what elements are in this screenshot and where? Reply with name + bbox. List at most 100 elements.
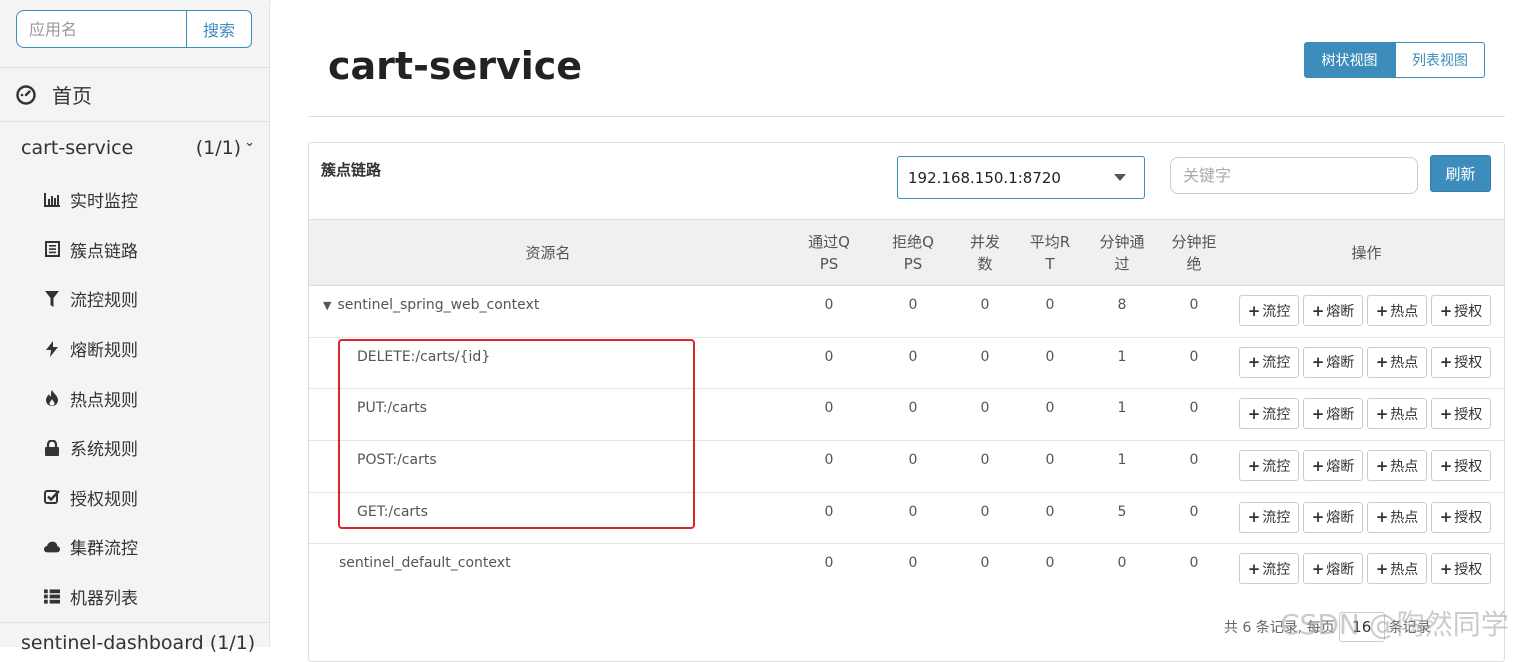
sidebar-item-label: 机器列表	[70, 589, 138, 610]
add-authority-rule-button[interactable]: + 授权	[1431, 295, 1491, 326]
add-flow-rule-button[interactable]: + 流控	[1239, 553, 1299, 585]
metric-cell-pass-min: 8	[1085, 285, 1159, 338]
op-button-label: 流控	[1262, 355, 1291, 372]
add-hot-param-rule-button[interactable]: + 热点	[1367, 346, 1427, 378]
op-button-label: 热点	[1390, 561, 1419, 578]
metric-cell-pass-qps: 0	[824, 555, 834, 572]
ops-cell: + 流控 + 熔断 + 热点 + 授权	[1229, 440, 1504, 493]
table-header-row: 资源名 通过QPS 拒绝QPS 并发数 平均RT 分钟通过 分钟拒绝 操作	[309, 219, 1504, 286]
add-authority-rule-button[interactable]: + 授权	[1431, 450, 1491, 482]
sidebar-item-flow-rules[interactable]: 流控规则	[0, 274, 270, 324]
plus-icon: +	[1439, 404, 1453, 423]
panel-title: 簇点链路	[321, 161, 382, 179]
sidebar-item-cluster-point-chain[interactable]: 簇点链路	[0, 225, 270, 275]
app-search-input[interactable]	[16, 10, 186, 48]
check-icon	[44, 489, 60, 505]
add-flow-rule-button[interactable]: + 流控	[1239, 295, 1299, 326]
plus-icon: +	[1247, 508, 1261, 527]
add-flow-rule-button[interactable]: + 流控	[1239, 450, 1299, 482]
op-button-label: 授权	[1454, 406, 1483, 423]
metric-cell-threads: 0	[955, 388, 1015, 442]
op-button-label: 流控	[1262, 458, 1291, 475]
sidebar-item-machine-list[interactable]: 机器列表	[0, 572, 270, 622]
op-button-label: 授权	[1454, 355, 1483, 372]
page-size-input[interactable]: 16	[1338, 612, 1385, 642]
ops-cell: + 流控 + 熔断 + 热点 + 授权	[1229, 285, 1504, 338]
sidebar-item-system-rules[interactable]: 系统规则	[0, 423, 270, 473]
add-authority-rule-button[interactable]: + 授权	[1431, 346, 1491, 378]
resource-name: PUT:/carts	[357, 400, 427, 417]
collapse-triangle-icon[interactable]: ▼	[323, 299, 331, 312]
pagination-total: 共 6 条记录, 每页	[1224, 620, 1335, 636]
sidebar-app-sentinel-dashboard[interactable]: sentinel-dashboard (1/1)	[21, 632, 255, 654]
filter-icon	[44, 290, 60, 307]
add-degrade-rule-button[interactable]: + 熔断	[1303, 398, 1363, 430]
list-view-button[interactable]: 列表视图	[1395, 42, 1485, 78]
column-header-resource: 资源名	[309, 219, 787, 286]
column-header-threads: 并发数	[955, 219, 1015, 286]
add-hot-param-rule-button[interactable]: + 热点	[1367, 398, 1427, 430]
refresh-button[interactable]: 刷新	[1430, 155, 1491, 192]
page-title: cart-service	[328, 44, 583, 88]
caret-down-icon	[1114, 174, 1126, 181]
plus-icon: +	[1311, 353, 1325, 372]
add-degrade-rule-button[interactable]: + 熔断	[1303, 501, 1363, 533]
add-hot-param-rule-button[interactable]: + 热点	[1367, 450, 1427, 482]
add-authority-rule-button[interactable]: + 授权	[1431, 501, 1491, 533]
metric-cell-pass-min: 1	[1085, 440, 1159, 493]
add-hot-param-rule-button[interactable]: + 热点	[1367, 501, 1427, 533]
add-degrade-rule-button[interactable]: + 熔断	[1303, 450, 1363, 482]
add-flow-rule-button[interactable]: + 流控	[1239, 346, 1299, 378]
op-button-label: 熔断	[1326, 406, 1355, 423]
resource-name: sentinel_default_context	[339, 555, 511, 572]
app-name: sentinel-dashboard	[21, 632, 204, 654]
column-header-block-qps: 拒绝QPS	[871, 219, 955, 286]
sidebar-item-degrade-rules[interactable]: 熔断规则	[0, 324, 270, 374]
sidebar-item-cluster-flow[interactable]: 集群流控	[0, 522, 270, 572]
ops-cell: + 流控 + 熔断 + 热点 + 授权	[1229, 544, 1504, 596]
sidebar-item-hot-param-rules[interactable]: 热点规则	[0, 373, 270, 423]
machine-select[interactable]: 192.168.150.1:8720	[897, 156, 1145, 199]
tree-view-button[interactable]: 树状视图	[1304, 42, 1395, 78]
app-search-button[interactable]: 搜索	[186, 10, 252, 48]
plus-icon: +	[1375, 508, 1389, 527]
app-name: cart-service	[21, 137, 134, 159]
add-authority-rule-button[interactable]: + 授权	[1431, 553, 1491, 585]
app-count: (1/1) ⌄	[196, 135, 255, 160]
metric-cell-threads: 0	[955, 440, 1015, 493]
column-header-avg-rt: 平均RT	[1015, 219, 1085, 286]
column-header-block-minute: 分钟拒绝	[1159, 219, 1229, 286]
pagination: 共 6 条记录, 每页 16 条记录	[1224, 612, 1431, 642]
resource-name-cell: DELETE:/carts/{id}	[309, 337, 787, 390]
sidebar-item-authority-rules[interactable]: 授权规则	[0, 473, 270, 523]
plus-icon: +	[1439, 456, 1453, 475]
add-degrade-rule-button[interactable]: + 熔断	[1303, 295, 1363, 326]
plus-icon: +	[1311, 559, 1325, 578]
sidebar-item-home[interactable]: 首页	[16, 80, 92, 109]
app-search: 搜索	[16, 10, 252, 48]
table-row: ▼ sentinel_spring_web_context 0 0 0 0 8 0 + 流控 + 熔断…	[309, 285, 1504, 338]
resource-name-cell: PUT:/carts	[309, 388, 787, 442]
ops-cell: + 流控 + 熔断 + 热点 + 授权	[1229, 337, 1504, 390]
resource-name: DELETE:/carts/{id}	[357, 348, 491, 365]
metric-cell-avg-rt: 0	[1015, 388, 1085, 442]
metric-cell-block-min: 0	[1159, 337, 1229, 390]
table-row: POST:/carts 0 0 0 0 1 0 + 流控 + 熔断 + 热点 + 授权	[309, 440, 1504, 493]
resource-name-cell: ▼ sentinel_spring_web_context	[309, 285, 787, 338]
sidebar-item-realtime-monitor[interactable]: 实时监控	[0, 175, 270, 225]
plus-icon: +	[1247, 404, 1261, 423]
add-hot-param-rule-button[interactable]: + 热点	[1367, 295, 1427, 326]
metric-cell-pass-qps: 0	[787, 388, 871, 442]
keyword-search-input[interactable]	[1170, 157, 1418, 194]
metric-cell-block-qps: 0	[871, 492, 955, 545]
add-degrade-rule-button[interactable]: + 熔断	[1303, 346, 1363, 378]
add-hot-param-rule-button[interactable]: + 热点	[1367, 553, 1427, 585]
add-flow-rule-button[interactable]: + 流控	[1239, 398, 1299, 430]
add-degrade-rule-button[interactable]: + 熔断	[1303, 553, 1363, 585]
metric-cell-threads: 0	[955, 337, 1015, 390]
add-authority-rule-button[interactable]: + 授权	[1431, 398, 1491, 430]
metric-cell-threads: 0	[955, 492, 1015, 545]
add-flow-rule-button[interactable]: + 流控	[1239, 501, 1299, 533]
metric-cell-pass-qps: 0	[787, 285, 871, 338]
sidebar-app-cart-service[interactable]: cart-service (1/1) ⌄	[21, 135, 255, 160]
